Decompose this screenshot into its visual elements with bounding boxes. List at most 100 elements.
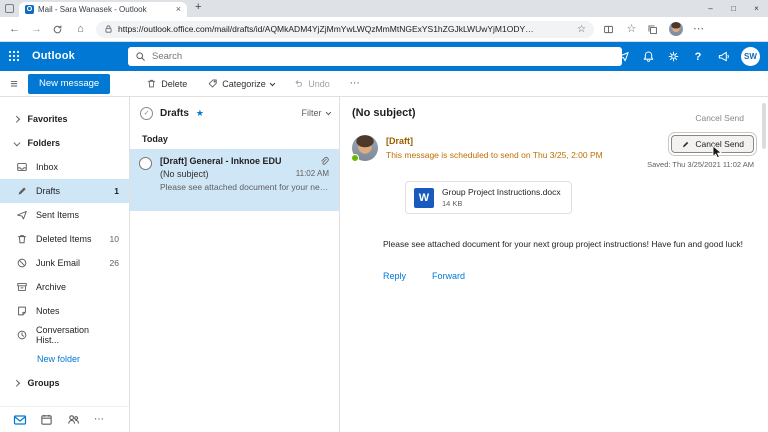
search-bar[interactable] [128, 47, 622, 66]
tab-close-icon[interactable]: × [176, 5, 181, 14]
block-icon [16, 257, 28, 269]
message-time: 11:02 AM [295, 169, 329, 178]
sidebar-item-notes[interactable]: Notes [0, 299, 129, 323]
notifications-bell-icon[interactable] [641, 50, 655, 64]
feedback-megaphone-icon[interactable] [716, 50, 730, 64]
calendar-module-icon[interactable] [40, 413, 54, 427]
attachment-size: 14 KB [442, 199, 463, 208]
forward-icon[interactable]: → [30, 23, 43, 35]
browser-profile-avatar[interactable] [669, 22, 683, 36]
browser-tab[interactable]: O Mail - Sara Wanasek - Outlook × [19, 2, 187, 17]
archive-icon [16, 281, 28, 293]
message-sender: [Draft] General - Inknoe EDU [160, 156, 282, 166]
sidebar-item-junk-email[interactable]: Junk Email 26 [0, 251, 129, 275]
add-favorite-star-icon[interactable]: ☆ [577, 24, 586, 35]
history-clock-icon [16, 329, 28, 341]
forward-link[interactable]: Forward [432, 271, 465, 281]
browser-menu-icon[interactable]: ⋯ [692, 23, 705, 35]
window-controls: – □ × [699, 0, 768, 17]
draft-label: [Draft] [386, 136, 413, 146]
inbox-icon [16, 161, 28, 173]
message-list-item[interactable]: [Draft] General - Inknoe EDU (No subject… [130, 149, 339, 211]
send-later-icon[interactable] [616, 50, 630, 64]
favorites-icon[interactable]: ☆ [625, 23, 638, 35]
sidebar-item-deleted-items[interactable]: Deleted Items 10 [0, 227, 129, 251]
new-message-button[interactable]: New message [28, 73, 111, 94]
groups-section-header[interactable]: Groups [0, 371, 129, 395]
note-icon [16, 305, 28, 317]
teams-icon[interactable] [591, 50, 605, 64]
sidebar-item-inbox[interactable]: Inbox [0, 155, 129, 179]
main-content: Favorites Folders Inbox Drafts 1 Sent It… [0, 97, 768, 432]
message-checkbox[interactable] [139, 157, 152, 170]
new-folder-link[interactable]: New folder [0, 347, 129, 371]
message-header: [Draft] This message is scheduled to sen… [351, 135, 754, 169]
favorites-section-header[interactable]: Favorites [0, 107, 129, 131]
chevron-right-icon [13, 115, 20, 123]
refresh-icon[interactable] [52, 24, 65, 35]
address-bar[interactable]: ☆ [96, 20, 594, 38]
help-icon[interactable]: ? [691, 50, 705, 64]
settings-gear-icon[interactable] [666, 50, 680, 64]
mail-module-icon[interactable] [13, 413, 27, 427]
more-modules-icon[interactable]: ⋯ [94, 414, 104, 425]
folder-list: Favorites Folders Inbox Drafts 1 Sent It… [0, 97, 129, 406]
sidebar-item-drafts[interactable]: Drafts 1 [0, 179, 129, 203]
tab-actions-icon[interactable] [5, 4, 14, 13]
cancel-send-button[interactable]: Cancel Send [671, 135, 754, 159]
tag-icon [207, 78, 218, 89]
url-input[interactable] [118, 24, 573, 34]
reading-pane: (No subject) Cancel Send [Draft] This me… [340, 97, 768, 432]
scheduled-send-notice: This message is scheduled to send on Thu… [386, 150, 603, 160]
delete-button[interactable]: Delete [146, 78, 187, 89]
trash-icon [146, 78, 157, 89]
date-group-label: Today [142, 134, 168, 144]
folders-section-header[interactable]: Folders [0, 131, 129, 155]
message-subject: (No subject) [160, 169, 209, 179]
scrollbar[interactable] [762, 103, 766, 149]
sidebar-item-sent-items[interactable]: Sent Items [0, 203, 129, 227]
chevron-down-icon [269, 80, 275, 86]
select-all-checkbox[interactable]: ✓ [140, 106, 153, 120]
split-screen-icon[interactable] [603, 24, 616, 35]
filter-button[interactable]: Filter [302, 108, 331, 118]
tab-title: Mail - Sara Wanasek - Outlook [38, 5, 147, 14]
favorite-folder-star-icon[interactable]: ★ [196, 108, 204, 119]
window-maximize-button[interactable]: □ [722, 0, 745, 17]
sidebar-item-archive[interactable]: Archive [0, 275, 129, 299]
message-body: Please see attached document for your ne… [383, 239, 744, 249]
svg-text:S: S [571, 54, 576, 61]
back-icon[interactable]: ← [8, 23, 21, 35]
search-input[interactable] [152, 51, 615, 62]
outlook-favicon: O [25, 5, 34, 14]
attachment-name: Group Project Instructions.docx [442, 187, 561, 197]
undo-button[interactable]: Undo [293, 78, 330, 89]
collapse-pane-menu-icon[interactable]: ≡ [0, 77, 28, 90]
sidebar-item-conversation-history[interactable]: Conversation Hist... [0, 323, 129, 347]
new-tab-button[interactable]: + [195, 1, 201, 13]
outlook-header: Outlook S ? SW [0, 42, 768, 71]
chevron-right-icon [13, 379, 20, 387]
browser-navbar: ← → ⌂ ☆ ☆ ⋯ [0, 17, 768, 42]
message-subject-title: (No subject) [352, 107, 416, 119]
window-minimize-button[interactable]: – [699, 0, 722, 17]
window-close-button[interactable]: × [745, 0, 768, 17]
categorize-button[interactable]: Categorize [207, 78, 275, 89]
collections-icon[interactable] [647, 24, 660, 35]
more-commands-icon[interactable]: ⋯ [350, 78, 360, 89]
app-launcher-icon[interactable] [8, 50, 20, 62]
home-icon[interactable]: ⌂ [74, 23, 87, 35]
chevron-down-icon [13, 139, 21, 146]
attachment-card[interactable]: W Group Project Instructions.docx 14 KB [405, 181, 572, 214]
reply-link[interactable]: Reply [383, 271, 406, 281]
skype-icon[interactable]: S [566, 50, 580, 64]
account-avatar[interactable]: SW [741, 47, 760, 66]
people-module-icon[interactable] [67, 413, 81, 427]
chevron-down-icon [325, 109, 331, 115]
sender-avatar[interactable] [351, 135, 378, 162]
undo-icon [293, 78, 304, 89]
message-list-header: ✓ Drafts ★ Filter [130, 97, 339, 129]
command-bar: ≡ New message Delete Categorize Undo ⋯ [0, 71, 768, 97]
saved-timestamp: Saved: Thu 3/25/2021 11:02 AM [647, 160, 754, 169]
cancel-send-header-action[interactable]: Cancel Send [695, 113, 744, 123]
